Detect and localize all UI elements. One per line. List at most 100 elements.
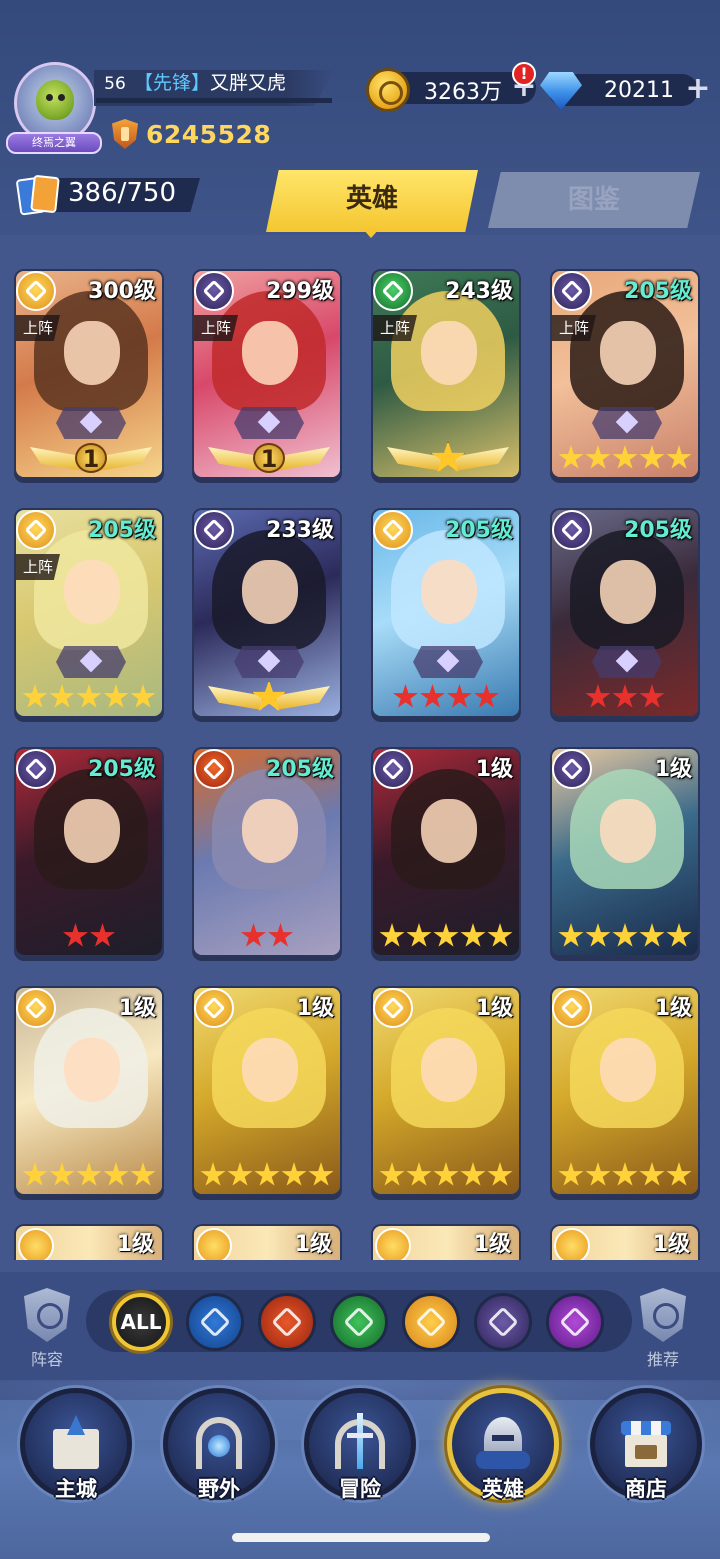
hero-card[interactable]: 1级 bbox=[371, 747, 521, 957]
star-icon bbox=[420, 684, 445, 708]
hero-card[interactable]: 1级 bbox=[14, 986, 164, 1196]
star-rating bbox=[16, 1162, 162, 1188]
rank-number: 1 bbox=[82, 445, 100, 473]
player-name: 又胖又虎 bbox=[210, 72, 287, 94]
star-icon bbox=[63, 923, 88, 947]
star-icon bbox=[76, 684, 102, 708]
helmet-icon bbox=[474, 1411, 532, 1473]
star-icon bbox=[254, 1162, 280, 1186]
element-light-icon bbox=[16, 271, 56, 311]
star-rating bbox=[194, 1162, 340, 1188]
hero-level: 1级 bbox=[475, 996, 513, 1021]
element-dark-icon bbox=[194, 271, 234, 311]
element-light-icon bbox=[375, 1228, 411, 1260]
hero-card[interactable]: 205级 上阵 bbox=[14, 508, 164, 718]
star-icon bbox=[612, 445, 638, 469]
element-light-icon bbox=[373, 988, 413, 1028]
sword-gate-icon bbox=[331, 1411, 389, 1473]
star-icon bbox=[433, 1162, 459, 1186]
hero-card[interactable]: 233级 bbox=[192, 508, 342, 718]
filter-fire-icon[interactable] bbox=[258, 1293, 316, 1351]
element-dark-icon bbox=[16, 749, 56, 789]
star-icon bbox=[379, 923, 405, 947]
hero-face bbox=[600, 799, 656, 863]
element-dark-icon bbox=[194, 510, 234, 550]
star-rating bbox=[552, 923, 698, 949]
tab-heroes[interactable]: 英雄 bbox=[266, 170, 478, 232]
element-light-icon bbox=[552, 988, 592, 1028]
hero-level: 205级 bbox=[266, 757, 334, 782]
filter-water-icon[interactable] bbox=[186, 1293, 244, 1351]
hero-card[interactable]: 1级 bbox=[192, 986, 342, 1196]
hero-card[interactable]: 205级 bbox=[550, 508, 700, 718]
hero-level: 1级 bbox=[118, 996, 156, 1021]
hero-card[interactable]: 1级 bbox=[550, 747, 700, 957]
hero-card[interactable]: 205级 bbox=[14, 747, 164, 957]
hero-card[interactable]: 243级 上阵 bbox=[371, 269, 521, 479]
element-wind-icon bbox=[373, 271, 413, 311]
hero-face bbox=[242, 560, 298, 624]
star-rating bbox=[373, 923, 519, 949]
filter-void-icon[interactable] bbox=[546, 1293, 604, 1351]
star-icon bbox=[281, 1162, 307, 1186]
nav-label: 商店 bbox=[625, 1477, 667, 1501]
home-indicator[interactable] bbox=[232, 1533, 490, 1542]
hero-card[interactable]: 205级 上阵 bbox=[550, 269, 700, 479]
class-crest-icon bbox=[56, 407, 126, 439]
tab-codex[interactable]: 图鉴 bbox=[488, 172, 700, 228]
lineup-shield-icon bbox=[24, 1288, 70, 1342]
hero-card[interactable]: 1级 bbox=[371, 986, 521, 1196]
hero-level: 205级 bbox=[624, 518, 692, 543]
hero-card-partial[interactable]: 1级 bbox=[14, 1224, 164, 1260]
add-diamond-button[interactable]: + bbox=[684, 74, 712, 104]
awaken-wings-icon: 1 bbox=[30, 441, 152, 475]
star-icon bbox=[639, 684, 665, 708]
hero-card[interactable]: 300级上阵 1 bbox=[14, 269, 164, 479]
hero-card-partial[interactable]: 1级 bbox=[550, 1224, 700, 1260]
star-icon bbox=[406, 1162, 432, 1186]
hero-level: 300级 bbox=[88, 279, 156, 304]
star-icon bbox=[639, 923, 665, 947]
class-crest-icon bbox=[592, 407, 662, 439]
hero-level: 243级 bbox=[445, 279, 513, 304]
hero-level: 1级 bbox=[294, 1232, 332, 1257]
nav-shop[interactable]: 商店 bbox=[590, 1388, 702, 1501]
lineup-button[interactable]: 阵容 bbox=[12, 1288, 82, 1369]
hero-level: 205级 bbox=[88, 518, 156, 543]
player-avatar[interactable]: 终焉之翼 bbox=[6, 62, 102, 154]
hero-level: 1级 bbox=[296, 996, 334, 1021]
star-icon bbox=[612, 684, 638, 708]
filter-light-icon[interactable] bbox=[402, 1293, 460, 1351]
deployed-tag: 上阵 bbox=[16, 315, 60, 341]
nav-wild[interactable]: 野外 bbox=[163, 1388, 275, 1501]
recommend-button[interactable]: 推荐 bbox=[628, 1288, 698, 1369]
hero-card[interactable]: 1级 bbox=[550, 986, 700, 1196]
star-icon bbox=[447, 684, 472, 708]
hero-card-partial[interactable]: 1级 bbox=[192, 1224, 342, 1260]
nav-adventure[interactable]: 冒险 bbox=[304, 1388, 416, 1501]
nav-heroes[interactable]: 英雄 bbox=[447, 1388, 559, 1501]
diamond-resource: 20211 + bbox=[530, 72, 716, 110]
star-icon bbox=[666, 445, 692, 469]
awaken-wings-icon: 1 bbox=[208, 441, 330, 475]
hero-card-partial[interactable]: 1级 bbox=[371, 1224, 521, 1260]
hero-card[interactable]: 205级 bbox=[371, 508, 521, 718]
gold-coin-icon bbox=[366, 68, 410, 112]
hero-card[interactable]: 205级 bbox=[192, 747, 342, 957]
star-icon bbox=[666, 1162, 692, 1186]
star-icon bbox=[200, 1162, 226, 1186]
filter-wind-icon[interactable] bbox=[330, 1293, 388, 1351]
power-shield-icon bbox=[112, 119, 138, 149]
star-icon bbox=[487, 923, 513, 947]
star-rating bbox=[373, 684, 519, 710]
star-rating bbox=[552, 684, 698, 710]
filter-dark-icon[interactable] bbox=[474, 1293, 532, 1351]
nav-main-city[interactable]: 主城 bbox=[20, 1388, 132, 1501]
filter-all-button[interactable]: ALL bbox=[112, 1293, 170, 1351]
awaken-wings-icon bbox=[387, 441, 509, 475]
star-icon bbox=[90, 923, 115, 947]
star-rating bbox=[552, 445, 698, 471]
hero-card[interactable]: 299级 上阵 1 bbox=[192, 269, 342, 479]
hero-count-value: 386/750 bbox=[68, 178, 177, 208]
element-light-icon bbox=[18, 1228, 54, 1260]
